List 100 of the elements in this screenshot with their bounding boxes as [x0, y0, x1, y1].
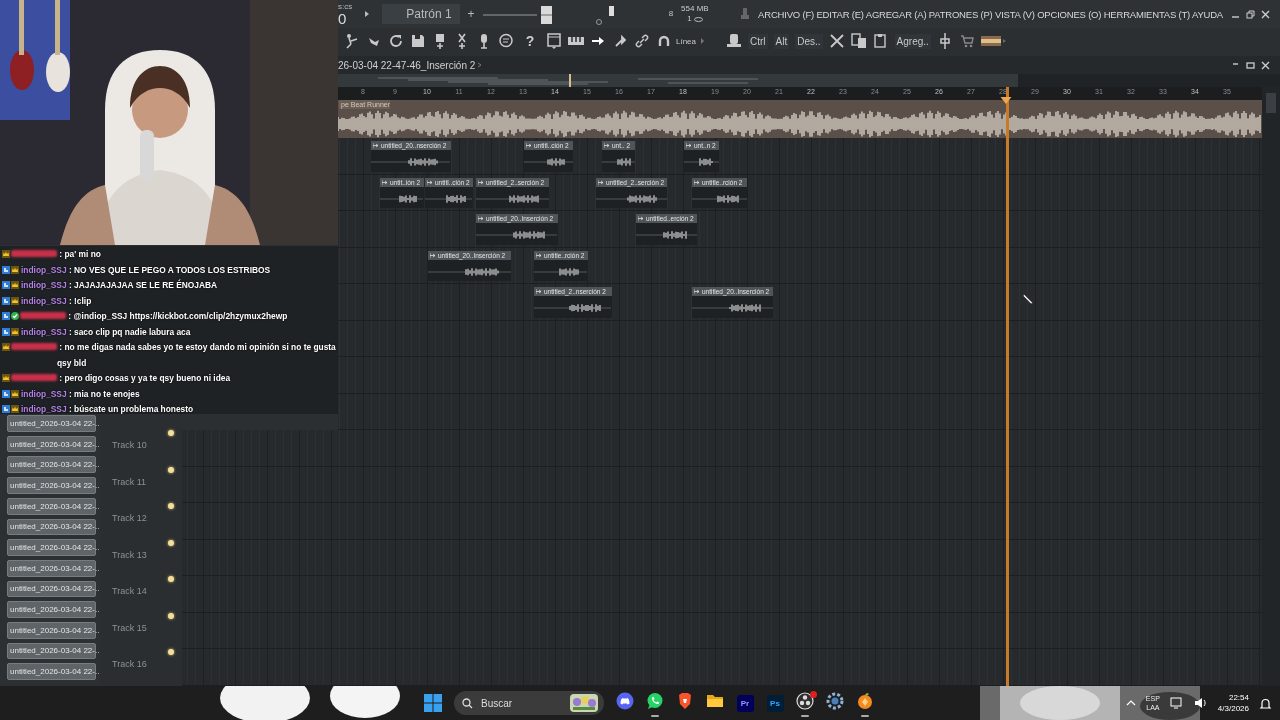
close-icon[interactable]	[1261, 60, 1270, 70]
game-controller-icon[interactable]	[616, 692, 634, 710]
square-badge-icon	[2, 405, 10, 413]
magnet-icon[interactable]	[656, 33, 672, 49]
caret-icon[interactable]	[700, 38, 706, 44]
square-badge-icon	[2, 389, 10, 398]
time-unit-label: s:cs	[338, 2, 353, 11]
add-pattern-button[interactable]: +	[467, 7, 475, 21]
track-name[interactable]: Track 10	[112, 440, 147, 451]
folder-icon[interactable]	[706, 692, 724, 710]
chat-message: : no me digas nada sabes yo te estoy dando mi opinión si no te gusta qsy bld	[57, 341, 337, 370]
figure-icon[interactable]	[344, 33, 360, 49]
clip-arrow-icon	[686, 143, 692, 148]
clip-arrow-icon	[604, 143, 610, 148]
stamp-icon	[740, 7, 751, 21]
track-enable-light[interactable]	[168, 539, 174, 546]
window-icon[interactable]	[546, 33, 562, 49]
settings-icon[interactable]	[826, 692, 844, 710]
track-name[interactable]: Track 12	[112, 513, 147, 524]
chat-message: : mia no te enojes	[67, 387, 141, 401]
square-badge-icon	[2, 296, 10, 305]
square-badge-icon	[2, 327, 10, 336]
track-enable-light[interactable]	[168, 649, 174, 656]
save-icon[interactable]	[410, 33, 426, 49]
modifier-key-button[interactable]: Des..	[795, 33, 823, 49]
phone-bubble-icon[interactable]	[646, 692, 664, 710]
network-icon[interactable]	[1169, 696, 1184, 710]
volume-icon[interactable]	[1193, 696, 1208, 710]
maximize-icon[interactable]	[1246, 60, 1255, 70]
windows-start-icon[interactable]	[424, 694, 442, 712]
track-enable-light[interactable]	[168, 576, 174, 583]
chat-message: : pa' mi no	[58, 248, 102, 261]
chat-message: : saco clip pq nadie labura aca	[67, 325, 192, 339]
chat-username[interactable]: indiop_SSJ	[21, 264, 67, 275]
crown-badge-icon	[11, 296, 19, 305]
cross-icon[interactable]	[828, 33, 845, 49]
link-icon[interactable]	[634, 33, 650, 49]
pattern-selector[interactable]: Patrón 1	[382, 4, 460, 24]
playlist-title: 26-03-04 22-47-46_Inserción 2	[338, 59, 476, 71]
clip-arrow-icon	[536, 289, 542, 295]
track-enable-light[interactable]	[168, 503, 174, 510]
square-badge-icon	[2, 265, 10, 274]
chevron-right-icon[interactable]	[475, 61, 484, 69]
search-field[interactable]: Buscar	[454, 691, 604, 715]
chat-username[interactable]: indiop_SSJ	[21, 404, 67, 414]
track-enable-light[interactable]	[168, 612, 174, 619]
crown-badge-icon	[2, 343, 10, 351]
help-button[interactable]: ?	[520, 31, 540, 51]
clip-arrow-icon	[427, 179, 433, 185]
clip-arrow-icon	[598, 179, 604, 185]
search-icon	[462, 697, 473, 709]
chat-message: : @indiop_SSJ https://kickbot.com/clip/2hzymux2hewp	[67, 310, 289, 323]
modifier-key-button[interactable]: Ctrl	[748, 33, 768, 49]
add-menu-button[interactable]: Agreg..	[894, 33, 931, 49]
track-name[interactable]: Track 14	[112, 586, 147, 597]
lion-shield-icon[interactable]	[676, 692, 694, 710]
main-menu[interactable]: ARCHIVO (F) EDITAR (E) AGREGAR (A) PATRONES (P) VISTA (V) OPCIONES (O) HERRAMIENTAS (T) AYUDA	[758, 8, 1223, 20]
square-badge-icon	[2, 281, 10, 289]
modifier-key-button[interactable]: Alt	[773, 33, 790, 49]
crown-badge-icon	[11, 265, 19, 274]
cart-icon[interactable]	[958, 33, 975, 49]
cpu-meter: 8	[668, 9, 674, 19]
time-counter: 0	[338, 10, 348, 26]
crown-badge-icon	[11, 281, 19, 289]
track-name[interactable]: Track 16	[112, 659, 147, 670]
fruit-icon[interactable]	[856, 692, 874, 710]
record-disc-icon[interactable]	[796, 692, 814, 710]
track-name[interactable]: Track 11	[112, 476, 146, 487]
clip-arrow-icon	[638, 216, 644, 222]
clip-arrow-icon	[478, 216, 484, 222]
clip-arrow-icon	[536, 252, 542, 258]
striped-bar-icon[interactable]	[980, 36, 1007, 46]
polyphony-meter: 1	[687, 14, 692, 24]
scrollbar[interactable]	[1262, 87, 1280, 686]
refresh-icon[interactable]	[388, 33, 404, 49]
restore-icon[interactable]	[1246, 9, 1255, 19]
chat-username[interactable]: indiop_SSJ	[21, 388, 67, 399]
track-name[interactable]: Track 13	[112, 549, 147, 560]
chat-message: : !clip	[67, 294, 93, 308]
clock[interactable]: 22:54 4/3/2026	[1217, 692, 1249, 714]
speech-bubble-icon[interactable]	[498, 33, 514, 49]
crown-badge-icon	[2, 250, 10, 258]
playhead-marker-icon[interactable]	[1000, 97, 1012, 104]
bell-icon[interactable]	[1259, 696, 1272, 710]
track-enable-light[interactable]	[168, 430, 174, 437]
chat-username[interactable]: indiop_SSJ	[21, 295, 67, 306]
chat-username[interactable]: indiop_SSJ	[21, 326, 67, 337]
master-slider-icon[interactable]	[482, 3, 553, 25]
track-enable-light[interactable]	[168, 466, 174, 473]
paste-icon[interactable]	[872, 33, 889, 49]
close-icon[interactable]	[1261, 9, 1270, 19]
chevron-up-icon[interactable]	[1125, 699, 1136, 707]
clip-arrow-icon	[526, 143, 532, 148]
copy-icon[interactable]	[850, 33, 867, 49]
square-badge-icon	[2, 312, 10, 320]
chat-message: : pero digo cosas y ya te qsy bueno ni idea	[58, 372, 232, 385]
snap-selector[interactable]: Línea	[676, 36, 697, 46]
check-badge-icon	[11, 312, 19, 320]
track-name[interactable]: Track 15	[112, 622, 147, 633]
chat-username[interactable]: indiop_SSJ	[21, 280, 67, 290]
